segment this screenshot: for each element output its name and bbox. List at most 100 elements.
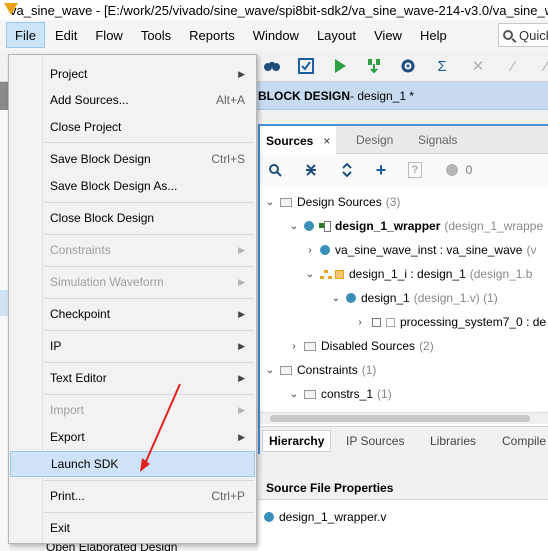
tree-constraints[interactable]: ⌄ Constraints (1)	[264, 358, 548, 382]
tab-design[interactable]: Design	[350, 126, 399, 154]
menu-layout[interactable]: Layout	[309, 22, 364, 48]
menu-item-label: Project	[50, 67, 88, 81]
annotation-arrow	[140, 383, 181, 472]
chevron-right-icon[interactable]: ›	[304, 245, 316, 256]
menu-separator	[44, 234, 254, 235]
search-icon[interactable]	[266, 161, 284, 179]
chevron-right-icon: ▶	[238, 244, 245, 255]
menu-edit[interactable]: Edit	[47, 22, 85, 48]
tab-libraries[interactable]: Libraries	[424, 430, 482, 452]
menu-view[interactable]: View	[366, 22, 410, 48]
tree-design-sources[interactable]: ⌄ Design Sources (3)	[264, 190, 548, 214]
menu-separator	[44, 142, 254, 143]
tree-item-label: Design Sources	[297, 195, 382, 209]
chevron-down-icon[interactable]: ⌄	[288, 221, 300, 232]
tree-constrs-1[interactable]: ⌄ constrs_1 (1)	[288, 382, 548, 406]
menu-separator	[44, 512, 254, 513]
menu-item-print[interactable]: Print... Ctrl+P	[10, 483, 255, 509]
menu-item-label: Import	[50, 403, 85, 417]
ip-icon	[370, 316, 382, 328]
tree-item-label: Disabled Sources	[321, 339, 416, 353]
menu-item-label: Close Project	[50, 120, 122, 134]
pin-icon[interactable]: ✕	[468, 56, 488, 76]
menu-item-project[interactable]: Project ▶	[10, 61, 255, 87]
tab-sources[interactable]: Sources ×	[260, 126, 337, 155]
tree-design-1-i[interactable]: ⌄ design_1_i : design_1 (design_1.b	[304, 262, 548, 286]
chevron-right-icon: ▶	[238, 68, 245, 79]
menu-item-save-block-design-as[interactable]: Save Block Design As...	[10, 173, 255, 199]
menu-item-label: Exit	[50, 521, 71, 535]
menu-help[interactable]: Help	[412, 22, 455, 48]
chevron-down-icon[interactable]: ⌄	[288, 389, 300, 400]
menu-item-close-project[interactable]: Close Project	[10, 114, 255, 140]
menu-item-constraints[interactable]: Constraints ▶	[10, 237, 255, 263]
tree-item-detail: (design_1.v) (1)	[413, 291, 498, 305]
tab-sources-label: Sources	[266, 133, 314, 148]
folder-icon	[304, 341, 316, 351]
source-file-properties-panel: design_1_wrapper.v	[258, 500, 548, 551]
tree-item-label: Constraints	[297, 363, 358, 377]
tree-item-detail: (design_1.b	[469, 267, 533, 281]
sources-panel: Sources × Design Signals + ? 0 ⌄ Design …	[258, 124, 548, 454]
tab-hierarchy[interactable]: Hierarchy	[262, 430, 332, 452]
chevron-right-icon[interactable]: ›	[354, 317, 366, 328]
chevron-right-icon: ▶	[238, 404, 245, 415]
chevron-right-icon: ▶	[238, 340, 245, 351]
program-icon[interactable]	[364, 56, 384, 76]
menu-item-label: Checkpoint	[50, 307, 111, 321]
validate-icon[interactable]	[296, 56, 316, 76]
menu-item-close-block-design[interactable]: Close Block Design	[10, 205, 255, 231]
tree-design-1[interactable]: ⌄ design_1 (design_1.v) (1)	[330, 286, 548, 310]
tab-signals[interactable]: Signals	[412, 126, 463, 154]
binoculars-icon[interactable]	[262, 56, 282, 76]
add-icon[interactable]: +	[372, 160, 390, 180]
menu-item-simulation-waveform[interactable]: Simulation Waveform ▶	[10, 269, 255, 295]
tree-design-1-wrapper[interactable]: ⌄ design_1_wrapper (design_1_wrappe	[288, 214, 548, 238]
menu-flow[interactable]: Flow	[87, 22, 130, 48]
menu-item-exit[interactable]: Exit	[10, 515, 255, 541]
source-file-row: design_1_wrapper.v	[264, 510, 386, 524]
scrollbar-thumb[interactable]	[270, 415, 530, 422]
menu-window[interactable]: Window	[245, 22, 307, 48]
source-dot-icon	[346, 293, 356, 303]
run-icon[interactable]	[330, 56, 350, 76]
chevron-down-icon[interactable]: ⌄	[330, 293, 342, 304]
sources-tab-bar: Sources × Design Signals	[260, 126, 548, 155]
menu-item-label: Add Sources...	[50, 93, 129, 107]
block-design-icon	[320, 269, 332, 279]
menu-separator	[44, 362, 254, 363]
info-icon[interactable]: ?	[408, 162, 422, 178]
menu-separator	[44, 266, 254, 267]
hierarchy-icon	[319, 221, 331, 232]
tree-va-sine-wave-inst[interactable]: › va_sine_wave_inst : va_sine_wave (v	[304, 238, 548, 262]
horizontal-scrollbar[interactable]	[260, 412, 548, 424]
tab-ip-sources[interactable]: IP Sources	[340, 430, 410, 452]
chevron-down-icon[interactable]: ⌄	[264, 197, 276, 208]
menu-tools[interactable]: Tools	[133, 22, 179, 48]
tree-disabled-sources[interactable]: › Disabled Sources (2)	[288, 334, 548, 358]
menu-item-checkpoint[interactable]: Checkpoint ▶	[10, 301, 255, 327]
sigma-icon[interactable]: Σ	[432, 56, 452, 76]
collapse-all-icon[interactable]	[302, 161, 320, 179]
tree-item-label: processing_system7_0 : de	[400, 315, 547, 329]
close-icon[interactable]: ×	[323, 134, 330, 148]
chevron-right-icon: ▶	[238, 276, 245, 287]
tree-processing-system7[interactable]: › processing_system7_0 : de	[354, 310, 548, 334]
expand-all-icon[interactable]	[338, 161, 356, 179]
chevron-down-icon[interactable]: ⌄	[264, 365, 276, 376]
gear-icon[interactable]	[398, 56, 418, 76]
menu-item-ip[interactable]: IP ▶	[10, 333, 255, 359]
block-design-label: BLOCK DESIGN	[258, 88, 351, 103]
chevron-right-icon[interactable]: ›	[288, 341, 300, 352]
menu-file[interactable]: File	[6, 22, 45, 48]
menu-item-save-block-design[interactable]: Save Block Design Ctrl+S	[10, 146, 255, 172]
chevron-down-icon[interactable]: ⌄	[304, 269, 316, 280]
menu-reports[interactable]: Reports	[181, 22, 243, 48]
menu-item-add-sources[interactable]: Add Sources... Alt+A	[10, 87, 255, 113]
menu-bar: File Edit Flow Tools Reports Window Layo…	[0, 20, 548, 50]
wand-icon[interactable]: ⁄	[536, 56, 548, 76]
quick-access-search[interactable]: Quick	[498, 23, 548, 47]
brush-icon[interactable]: ⁄	[503, 56, 523, 76]
tab-compile-order[interactable]: Compile	[496, 430, 548, 452]
ip-file-icon	[386, 317, 395, 327]
